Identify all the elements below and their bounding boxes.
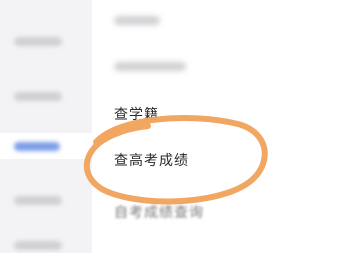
sidebar-item-label-blurred [14,142,60,151]
category-sidebar [0,0,92,253]
list-item[interactable] [92,2,343,42]
sidebar-item-label-blurred [14,92,62,101]
list-item-label: 查高考成绩 [114,153,189,169]
sidebar-item-label-blurred [14,241,62,250]
list-item-self-exam-score[interactable]: 自考成绩查询 [92,198,343,238]
list-item-label-blurred [114,62,186,71]
list-item-label: 查学籍 [114,107,159,123]
list-item-gaokao-score[interactable]: 查高考成绩 [92,140,343,180]
sidebar-item[interactable] [0,28,92,54]
list-item-label: 自考成绩查询 [114,205,204,221]
list-item-student-status[interactable]: 查学籍 [92,94,343,134]
sidebar-item-active[interactable] [0,133,92,159]
sidebar-item-label-blurred [14,37,62,46]
list-item-label-blurred [114,16,160,25]
sidebar-item[interactable] [0,187,92,213]
app-screen: 查学籍 查高考成绩 自考成绩查询 [0,0,343,253]
list-item[interactable] [92,48,343,88]
service-list: 查学籍 查高考成绩 自考成绩查询 [92,0,343,253]
sidebar-item[interactable] [0,83,92,109]
sidebar-item[interactable] [0,232,92,253]
sidebar-item-label-blurred [14,196,62,205]
